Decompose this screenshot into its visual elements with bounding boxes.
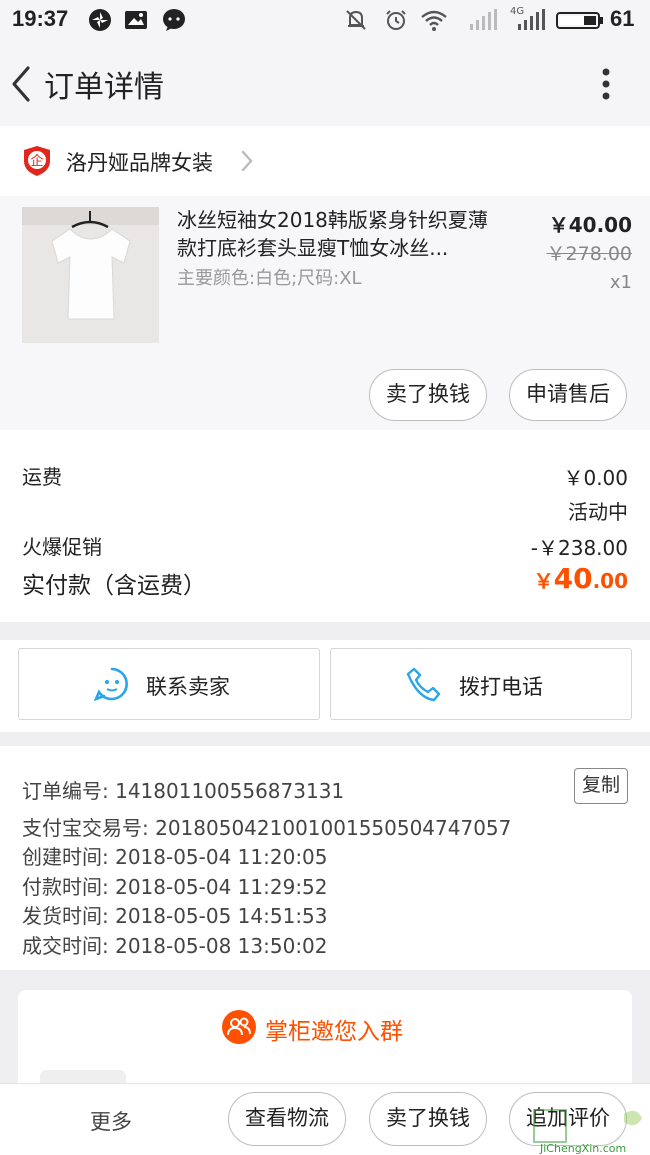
shop-name[interactable]: 洛丹娅品牌女装	[66, 147, 213, 177]
total-int: 40	[553, 562, 593, 595]
sell-item-button[interactable]: 卖了换钱	[369, 369, 487, 421]
wifi-icon	[421, 10, 447, 31]
promo-label: 火爆促销	[22, 535, 102, 559]
total-value: ￥40.00	[420, 562, 628, 595]
chevron-right-icon	[241, 150, 253, 172]
battery-level: 61	[610, 6, 635, 31]
shipping-value: ￥0.00	[563, 466, 628, 490]
signal-icon	[470, 9, 497, 30]
total-cents: .00	[592, 569, 628, 593]
total-currency: ￥	[533, 569, 554, 593]
product-quantity: x1	[609, 272, 632, 293]
promo-status: 活动中	[568, 500, 628, 524]
battery-icon	[556, 12, 603, 29]
shop-logo-text: 企	[30, 153, 43, 169]
status-time: 19:37	[12, 6, 69, 31]
watermark-text: JiChengXin.com	[540, 1142, 627, 1155]
chat-icon	[163, 9, 185, 31]
shipping-label: 运费	[22, 465, 62, 489]
completed-time: 成交时间: 2018-05-08 13:50:02	[22, 934, 328, 958]
page-title: 订单详情	[44, 70, 164, 105]
sell-button[interactable]: 卖了换钱	[369, 1092, 487, 1146]
promo-value: -￥238.00	[530, 536, 628, 560]
copy-button[interactable]: 复制	[574, 768, 628, 804]
total-label: 实付款（含运费）	[22, 573, 206, 599]
alarm-icon	[386, 10, 406, 30]
chat-bubble-icon	[94, 667, 128, 702]
pinwheel-icon	[89, 9, 111, 31]
view-logistics-button[interactable]: 查看物流	[228, 1092, 346, 1146]
created-time: 创建时间: 2018-05-04 11:20:05	[22, 845, 328, 869]
contact-seller-label: 联系卖家	[146, 675, 230, 699]
product-title[interactable]: 冰丝短袖女2018韩版紧身针织夏薄款打底衫套头显瘦T恤女冰丝...	[177, 206, 495, 262]
after-sales-button[interactable]: 申请售后	[509, 369, 627, 421]
image-icon	[125, 11, 147, 29]
shipped-time: 发货时间: 2018-05-05 14:51:53	[22, 904, 328, 928]
call-label: 拨打电话	[459, 675, 543, 699]
product-original-price: ￥278.00	[546, 243, 632, 265]
paid-time: 付款时间: 2018-05-04 11:29:52	[22, 875, 328, 899]
order-number: 订单编号: 1418011005568731​31	[22, 779, 345, 803]
chevron-left-icon[interactable]	[6, 62, 36, 106]
group-users-icon	[222, 1010, 256, 1044]
more-button[interactable]: 更多	[90, 1106, 132, 1136]
more-vertical-icon[interactable]	[590, 64, 622, 104]
product-image[interactable]	[22, 207, 159, 343]
group-invite-text[interactable]: 掌柜邀您入群	[265, 1012, 403, 1046]
signal-4g-icon	[518, 9, 545, 30]
alipay-trade-number: 支付宝交易号: 2018050421001001550504747057	[22, 816, 512, 840]
phone-icon	[406, 667, 441, 702]
product-sku: 主要颜色:白色;尺码:XL	[177, 268, 362, 289]
mute-icon	[346, 10, 366, 30]
shop-logo-icon: 企	[24, 146, 50, 176]
product-price: ￥40.00	[548, 213, 632, 237]
